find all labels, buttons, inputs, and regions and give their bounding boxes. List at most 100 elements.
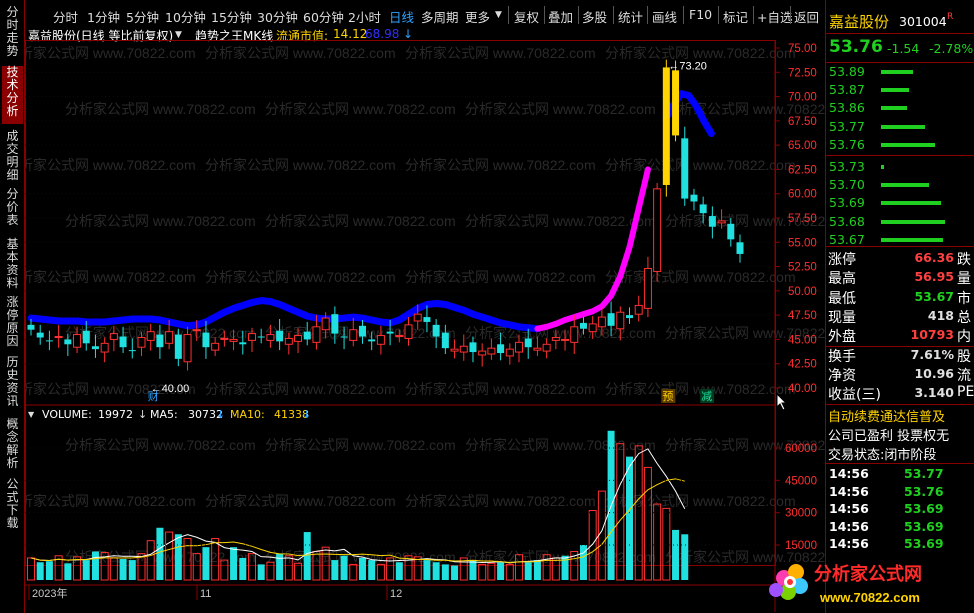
volume-bar <box>881 165 884 169</box>
tab-intraday[interactable]: 分时走势 <box>2 6 23 58</box>
watermark-text: 分析家公式网 www.70822.com <box>25 493 196 509</box>
volume-bar <box>881 88 909 93</box>
bid-price: 53.68 <box>829 213 865 229</box>
candle-body <box>349 329 358 341</box>
tab-trade-details[interactable]: 成交明细 <box>2 130 23 186</box>
tab-formula-download[interactable]: 公式下载 <box>2 478 23 534</box>
btn-intraday[interactable]: 分时 <box>53 7 78 26</box>
tab-technical-analysis[interactable]: 技术分析 <box>2 66 23 124</box>
price-axis-label: 42.50 <box>788 359 817 371</box>
volume-bar <box>524 562 532 580</box>
volume-bar <box>881 142 935 147</box>
watermark-text: 分析家公式网 www.70822.com <box>405 269 596 285</box>
tab-history-news[interactable]: 历史资讯 <box>2 356 23 412</box>
tab-limit-up-reason[interactable]: 涨停原因 <box>2 296 23 352</box>
chevron-down-icon[interactable]: ▼ <box>28 410 34 419</box>
btn-back[interactable]: 返回 <box>794 7 819 26</box>
candle-body <box>579 322 587 329</box>
tab-price-table[interactable]: 分价表 <box>2 188 23 232</box>
candle-body <box>542 343 551 352</box>
watermark-text: 分析家公式网 www.70822.com <box>405 45 596 61</box>
candle-body <box>266 334 275 341</box>
candle-body <box>662 67 670 185</box>
volume-bar <box>423 560 431 580</box>
volume-bar <box>469 560 477 580</box>
candle-body <box>294 335 303 342</box>
candle-body <box>220 337 229 340</box>
chevron-down-icon[interactable]: ▼ <box>495 10 502 20</box>
ma10-label: MA10: <box>230 408 265 421</box>
notice-line-1[interactable]: 自动续费通达信普及 <box>828 406 945 425</box>
stat-label-2: 总 <box>957 309 971 326</box>
tick-time: 14:56 <box>829 466 869 481</box>
btn-30min[interactable]: 30分钟 <box>257 7 298 26</box>
price-axis-label: 75.00 <box>788 43 817 55</box>
candle-body <box>404 324 413 339</box>
chevron-down-icon[interactable]: ▼ <box>175 30 182 40</box>
candle-body <box>91 346 99 350</box>
kline-chart[interactable]: 分析家公式网 www.70822.com 分析家公式网 www.70822.com… <box>25 40 825 612</box>
ask-price: 53.77 <box>829 118 865 134</box>
btn-10min[interactable]: 10分钟 <box>165 7 206 26</box>
watermark-text: 分析家公式网 www.70822.com <box>25 157 196 173</box>
watermark-text: 分析家公式网 www.70822.com <box>405 493 596 509</box>
candle-body <box>588 323 597 333</box>
tick-time: 14:56 <box>829 518 869 534</box>
trend-line-magenta <box>534 166 651 332</box>
btn-statistics[interactable]: 统计 <box>618 7 643 26</box>
btn-add-watchlist[interactable]: +自选 <box>757 7 792 26</box>
price-axis-label: 40.00 <box>788 383 817 395</box>
volume-bar <box>64 563 72 580</box>
tab-basic-info[interactable]: 基本资料 <box>2 238 23 294</box>
bid-price: 53.67 <box>829 231 865 247</box>
tab-concept[interactable]: 概念解析 <box>2 418 23 474</box>
candle-body <box>505 348 514 357</box>
watermark-text: 分析家公式网 www.70822.com <box>205 381 396 397</box>
btn-daily[interactable]: 日线 <box>389 7 414 26</box>
candle-body <box>607 313 615 326</box>
btn-f10[interactable]: F10 <box>689 7 712 22</box>
candle-body <box>284 337 293 345</box>
btn-draw-line[interactable]: 画线 <box>652 7 677 26</box>
candle-body <box>690 194 698 202</box>
volume-bar <box>331 560 339 580</box>
candle-body <box>119 336 127 348</box>
candle-body <box>229 338 238 342</box>
watermark-text: 分析家公式网 www.70822.com <box>405 157 596 173</box>
btn-15min[interactable]: 15分钟 <box>211 7 252 26</box>
btn-more[interactable]: 更多 <box>465 7 490 26</box>
price-axis-label: 60.00 <box>788 189 817 201</box>
btn-5min[interactable]: 5分钟 <box>126 7 159 26</box>
price-axis-label: 65.00 <box>788 140 817 152</box>
watermark-text: 分析家公式网 www.70822.com <box>465 325 656 341</box>
btn-60min[interactable]: 60分钟 <box>303 7 344 26</box>
volume-bar <box>588 510 597 581</box>
candle-body <box>386 331 394 334</box>
candle-body <box>312 326 321 343</box>
candle-body <box>128 350 136 352</box>
stat-value: 3.140 <box>914 385 954 401</box>
btn-multi-period[interactable]: 多周期 <box>421 7 459 26</box>
btn-overlay[interactable]: 叠加 <box>548 7 573 26</box>
volume-bar <box>27 557 35 581</box>
btn-mark[interactable]: 标记 <box>723 7 748 26</box>
volume-bar <box>653 503 662 581</box>
btn-1min[interactable]: 1分钟 <box>87 7 120 26</box>
btn-multi-stock[interactable]: 多股 <box>582 7 607 26</box>
candle-body <box>570 326 579 343</box>
candle-body <box>27 324 35 330</box>
volume-bar <box>230 547 238 580</box>
volume-bar <box>533 560 541 580</box>
volume-bar <box>505 563 514 581</box>
btn-2hour[interactable]: 2小时 <box>348 7 381 26</box>
stat-label-2: 市 <box>957 290 971 307</box>
candle-body <box>681 138 689 199</box>
volume-bar <box>36 562 44 580</box>
btn-restore-rights[interactable]: 复权 <box>514 7 539 26</box>
date-axis-label: 11 <box>200 588 211 600</box>
tick-price: 53.76 <box>904 483 944 499</box>
candle-body <box>303 331 311 340</box>
date-axis-label: 2023年 <box>32 586 67 600</box>
stat-label-2: 跌 <box>957 252 971 268</box>
stat-label: 净资 <box>828 367 856 384</box>
